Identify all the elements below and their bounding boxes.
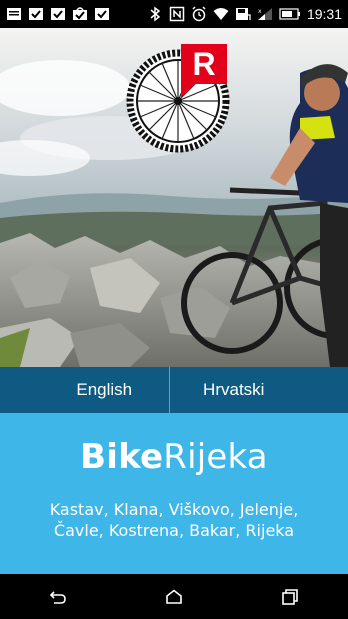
status-left-icons — [6, 6, 110, 22]
svg-text:x: x — [258, 8, 262, 15]
back-icon — [49, 590, 66, 604]
app-title: BikeRijeka — [0, 437, 348, 477]
logo-marker-tail — [181, 84, 195, 98]
logo-marker: R — [181, 44, 227, 84]
croatian-button[interactable]: Hrvatski — [170, 367, 348, 413]
logo-letter: R — [192, 46, 216, 82]
places-line-2: Čavle, Kostrena, Bakar, Rijeka — [53, 521, 295, 540]
battery-icon — [279, 6, 301, 22]
nfc-icon — [169, 6, 185, 22]
status-right-icons: x 19:31 — [147, 6, 342, 22]
check-icon — [50, 6, 66, 22]
clock: 19:31 — [306, 6, 342, 22]
check-icon — [28, 6, 44, 22]
bikerijeka-logo: R — [123, 44, 233, 154]
bluetooth-icon — [147, 6, 163, 22]
wifi-icon — [213, 6, 229, 22]
croatian-label: Hrvatski — [203, 380, 265, 399]
english-label: English — [76, 380, 133, 399]
hero-image: R — [0, 28, 348, 367]
info-panel: BikeRijeka Kastav, Klana, Viškovo, Jelen… — [0, 413, 348, 574]
status-bar: x 19:31 — [0, 0, 348, 28]
app-title-rijeka: Rijeka — [163, 437, 268, 477]
message-icon — [6, 6, 22, 22]
signal-icon: x — [257, 6, 273, 22]
navigation-bar — [0, 574, 348, 619]
check-icon — [94, 6, 110, 22]
home-button[interactable] — [154, 577, 194, 617]
language-bar: English Hrvatski — [0, 367, 348, 413]
back-button[interactable] — [38, 577, 78, 617]
home-icon — [166, 588, 182, 604]
bag-icon — [72, 6, 88, 22]
english-button[interactable]: English — [0, 367, 169, 413]
alarm-icon — [191, 6, 207, 22]
recents-icon — [282, 588, 298, 605]
save-icon — [235, 6, 251, 22]
places-list: Kastav, Klana, Viškovo, Jelenje, Čavle, … — [0, 499, 348, 541]
recents-button[interactable] — [270, 577, 310, 617]
places-line-1: Kastav, Klana, Viškovo, Jelenje, — [49, 500, 299, 519]
app-title-bike: Bike — [80, 437, 164, 477]
